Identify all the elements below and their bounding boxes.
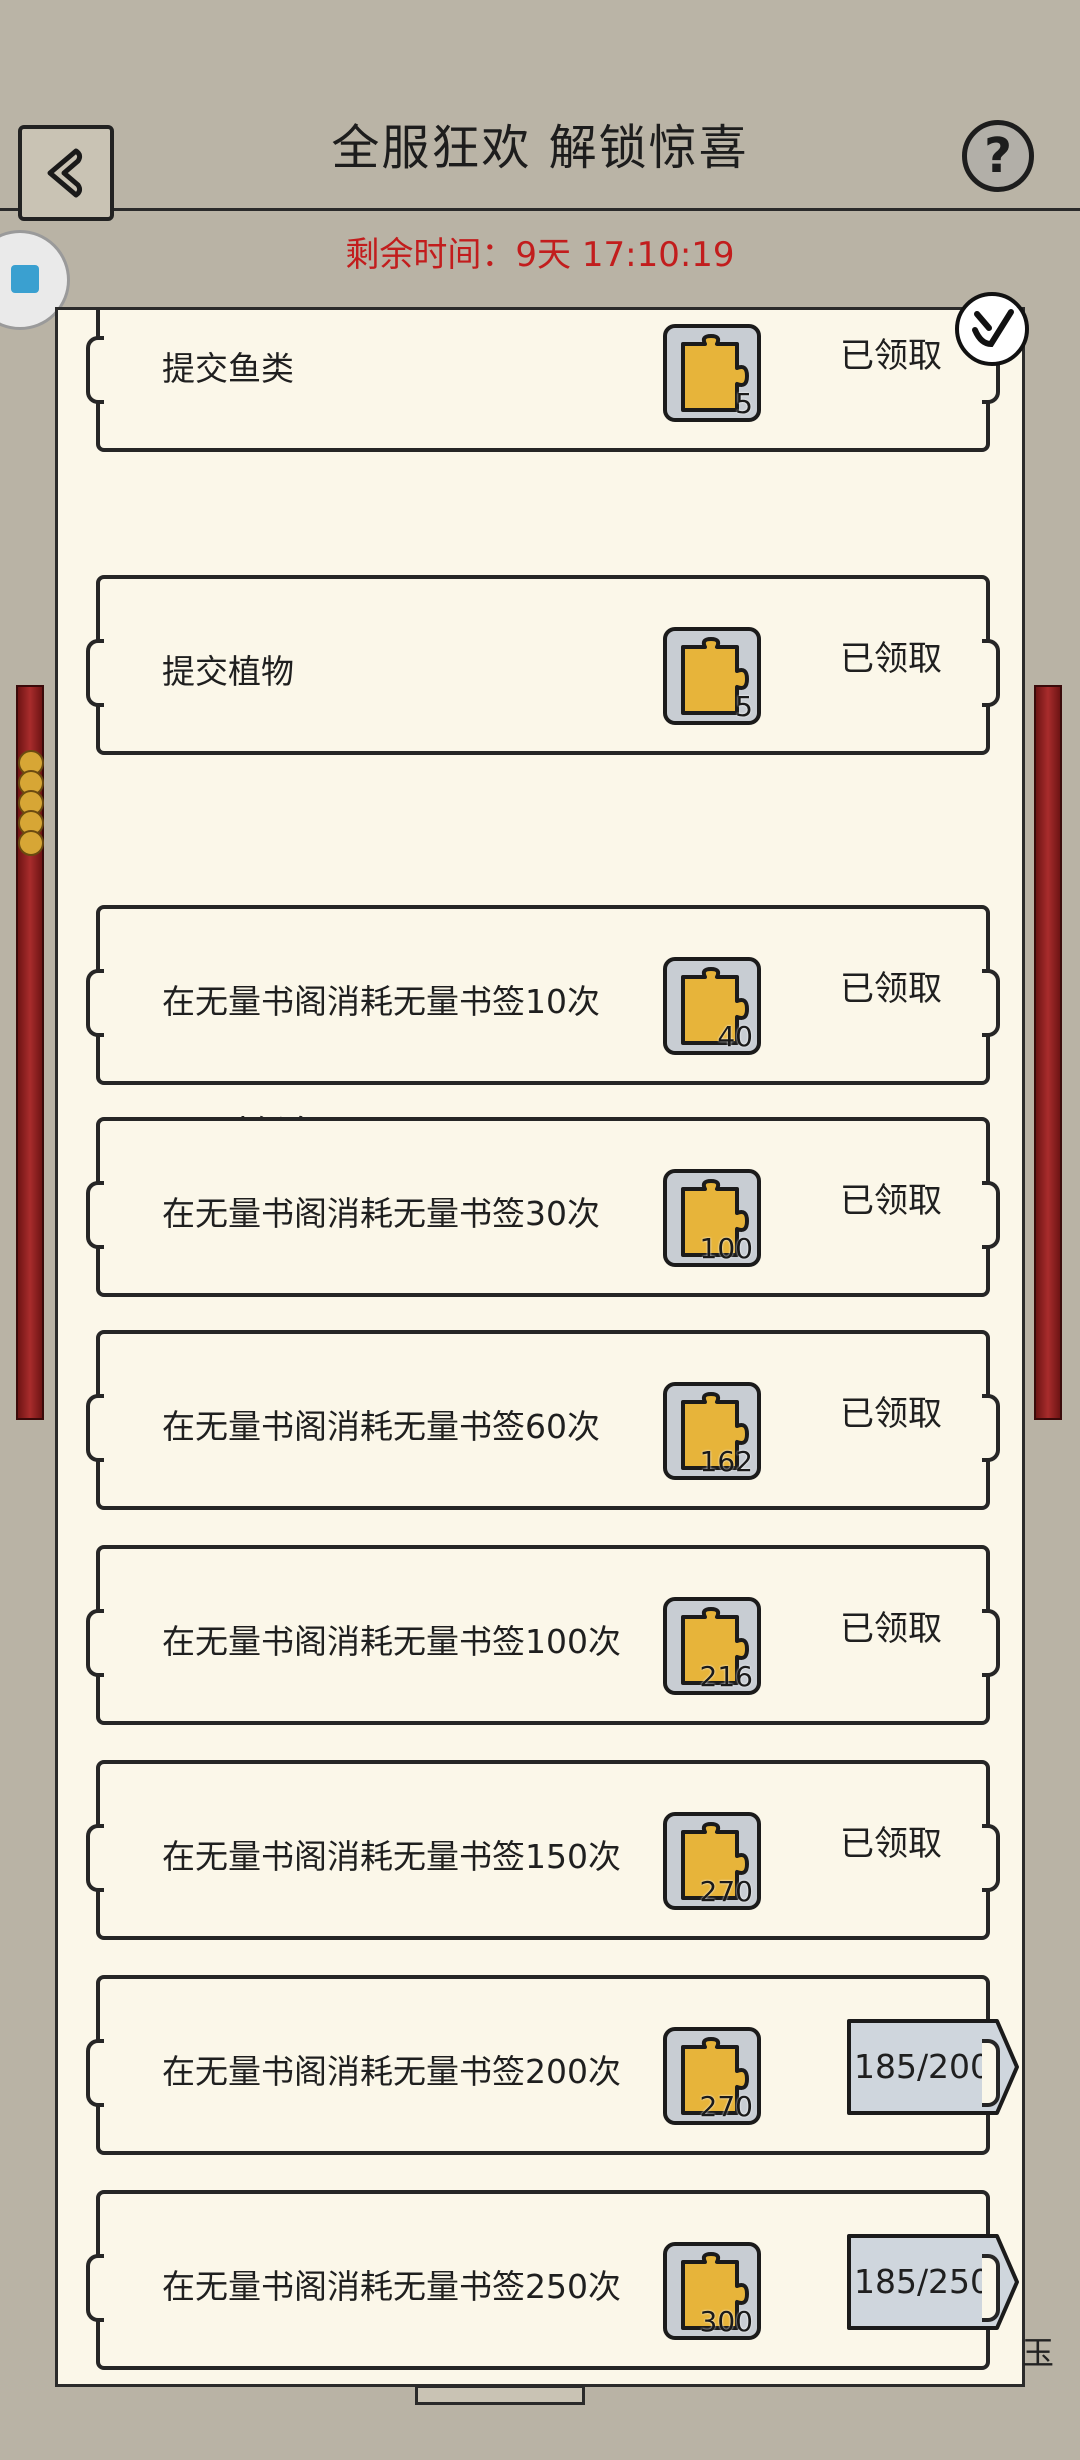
claimed-status: 已领取 [840,639,942,679]
reward-item[interactable]: 162 [663,1382,761,1480]
task-card: 在无量书阁消耗无量书签150次 270 已领取 [86,1760,1000,1940]
task-name: 在无量书阁消耗无量书签30次 [162,1194,600,1233]
task-panel[interactable]: 限时任务 提交鱼类5已领取提交植物5已领取在无量书阁消耗无量书签10次40已领取… [55,307,1025,2387]
help-button[interactable]: ? [962,120,1034,192]
page-title: 全服狂欢 解锁惊喜 [331,120,749,176]
task-card: 提交鱼类 5 已领取 [86,310,1000,452]
reward-item[interactable]: 300 [663,2242,761,2340]
task-name: 在无量书阁消耗无量书签200次 [162,2052,621,2091]
corner-character: 玉 [1022,2334,1055,2372]
claimed-status: 已领取 [840,1394,942,1434]
task-name: 在无量书阁消耗无量书签150次 [162,1837,621,1876]
claimed-status: 已领取 [840,336,942,376]
task-card: 在无量书阁消耗无量书签10次 40 已领取 [86,905,1000,1085]
reward-count: 300 [699,2305,753,2338]
bottom-tab [415,2385,585,2405]
claimed-status: 已领取 [840,1824,942,1864]
reward-item[interactable]: 40 [663,957,761,1055]
reward-count: 5 [735,387,753,420]
reward-item[interactable]: 100 [663,1169,761,1267]
reward-count: 270 [699,1875,753,1908]
countdown-timer: 剩余时间：9天 17:10:19 [345,235,735,275]
reward-count: 5 [735,690,753,723]
reward-item[interactable]: 5 [663,324,761,422]
reward-item[interactable]: 270 [663,1812,761,1910]
reward-item[interactable]: 216 [663,1597,761,1695]
progress-tag[interactable]: 185/200 [845,2017,1020,2117]
claimed-status: 已领取 [840,1609,942,1649]
reward-item[interactable]: 5 [663,627,761,725]
progress-tag[interactable]: 185/250 [845,2232,1020,2332]
task-name: 在无量书阁消耗无量书签100次 [162,1622,621,1661]
reward-count: 40 [717,1020,753,1053]
claimed-status: 已领取 [840,969,942,1009]
progress-text: 185/250 [853,2262,992,2301]
task-name: 在无量书阁消耗无量书签60次 [162,1407,600,1446]
close-brush-icon [972,309,1014,348]
reward-count: 270 [699,2090,753,2123]
task-card: 在无量书阁消耗无量书签60次 162 已领取 [86,1330,1000,1510]
reward-count: 100 [699,1232,753,1265]
task-card: 在无量书阁消耗无量书签30次 100 已领取 [86,1117,1000,1297]
task-name: 提交鱼类 [162,349,294,388]
header-bar: 全服狂欢 解锁惊喜 ? [0,0,1080,221]
task-card: 在无量书阁消耗无量书签250次 300 185/250 [86,2190,1019,2370]
task-card: 提交植物 5 已领取 [86,575,1000,755]
coin-stack-icon [18,750,44,856]
progress-text: 185/200 [853,2047,992,2086]
reward-item[interactable]: 270 [663,2027,761,2125]
task-name: 在无量书阁消耗无量书签250次 [162,2267,621,2306]
reward-count: 162 [699,1445,753,1478]
task-name: 在无量书阁消耗无量书签10次 [162,982,600,1021]
task-name: 提交植物 [162,652,294,691]
task-card: 在无量书阁消耗无量书签200次 270 185/200 [86,1975,1019,2155]
scroll-rod-right [1034,685,1062,1420]
claimed-status: 已领取 [840,1181,942,1221]
close-button[interactable] [955,292,1029,366]
task-card: 在无量书阁消耗无量书签100次 216 已领取 [86,1545,1000,1725]
header-divider [0,208,1080,211]
reward-count: 216 [699,1660,753,1693]
